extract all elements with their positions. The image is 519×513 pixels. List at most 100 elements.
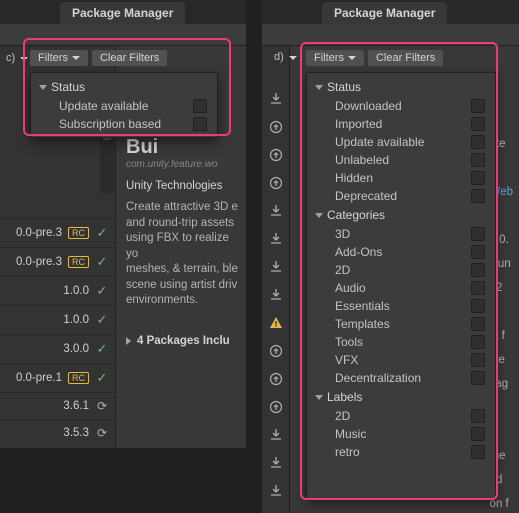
filter-option[interactable]: VFX [307, 351, 495, 369]
group-categories[interactable]: Categories [307, 205, 495, 225]
caret-down-icon [39, 85, 47, 90]
filter-option[interactable]: Templates [307, 315, 495, 333]
reload-icon: ⟳ [95, 426, 109, 440]
checkbox[interactable] [471, 317, 485, 331]
reload-icon: ⟳ [95, 399, 109, 413]
checkbox[interactable] [193, 99, 207, 113]
checkbox[interactable] [471, 409, 485, 423]
download-icon[interactable] [267, 88, 289, 110]
package-row[interactable]: 0.0-pre.3RC✓ [0, 218, 115, 247]
check-icon: ✓ [95, 312, 109, 328]
check-icon: ✓ [95, 341, 109, 357]
tab-package-manager[interactable]: Package Manager [322, 2, 447, 24]
checkbox[interactable] [193, 117, 207, 131]
tab-package-manager[interactable]: Package Manager [60, 2, 185, 24]
filter-option[interactable]: 2D [307, 407, 495, 425]
clear-filters-button[interactable]: Clear Filters [92, 50, 167, 66]
check-icon: ✓ [95, 225, 109, 241]
filter-option[interactable]: retro [307, 443, 495, 461]
checkbox[interactable] [471, 171, 485, 185]
filters-button[interactable]: Filters [30, 50, 88, 66]
filter-option[interactable]: 2D [307, 261, 495, 279]
up-icon[interactable] [267, 116, 289, 138]
check-icon: ✓ [95, 370, 109, 386]
filter-option[interactable]: Imported [307, 115, 495, 133]
package-id: com.unity.feature.wo [126, 159, 238, 170]
download-icon[interactable] [267, 228, 289, 250]
up-icon[interactable] [267, 396, 289, 418]
filters-dropdown: Status Update availableSubscription base… [30, 72, 218, 138]
caret-right-icon [126, 337, 131, 345]
download-icon[interactable] [267, 452, 289, 474]
package-row[interactable]: 3.6.1⟳ [0, 392, 115, 419]
package-row[interactable]: 0.0-pre.1RC✓ [0, 363, 115, 392]
download-icon[interactable] [267, 200, 289, 222]
checkbox[interactable] [471, 371, 485, 385]
checkbox[interactable] [471, 445, 485, 459]
chevron-down-icon [72, 56, 80, 60]
clear-filters-button[interactable]: Clear Filters [368, 50, 443, 66]
filter-option[interactable]: Decentralization [307, 369, 495, 387]
publisher-link[interactable]: Unity Technologies [126, 180, 238, 192]
checkbox[interactable] [471, 335, 485, 349]
filter-option[interactable]: Add-Ons [307, 243, 495, 261]
toolbar [262, 24, 519, 46]
checkbox[interactable] [471, 117, 485, 131]
toolbar [0, 24, 246, 46]
up-icon[interactable] [267, 144, 289, 166]
check-icon: ✓ [95, 254, 109, 270]
checkbox[interactable] [471, 99, 485, 113]
checkbox[interactable] [471, 281, 485, 295]
filter-option[interactable]: Hidden [307, 169, 495, 187]
checkbox[interactable] [471, 299, 485, 313]
filters-dropdown: StatusDownloadedImportedUpdate available… [306, 72, 496, 499]
filters-button[interactable]: Filters [306, 50, 364, 66]
filter-option[interactable]: Update available [307, 133, 495, 151]
download-icon[interactable] [267, 480, 289, 502]
caret-down-icon [315, 85, 323, 90]
filter-option[interactable]: Downloaded [307, 97, 495, 115]
up-icon[interactable] [267, 368, 289, 390]
download-icon[interactable] [267, 284, 289, 306]
group-status[interactable]: Status [307, 77, 495, 97]
filter-option[interactable]: Unlabeled [307, 151, 495, 169]
caret-down-icon [315, 213, 323, 218]
checkbox[interactable] [471, 263, 485, 277]
package-row[interactable]: 0.0-pre.3RC✓ [0, 247, 115, 276]
filter-option[interactable]: Music [307, 425, 495, 443]
filter-option[interactable]: Audio [307, 279, 495, 297]
filter-option[interactable]: Tools [307, 333, 495, 351]
icon-column [262, 46, 290, 513]
download-icon[interactable] [267, 424, 289, 446]
checkbox[interactable] [471, 189, 485, 203]
checkbox[interactable] [471, 153, 485, 167]
checkbox[interactable] [471, 427, 485, 441]
checkbox[interactable] [471, 135, 485, 149]
warn-icon[interactable] [267, 312, 289, 334]
group-status[interactable]: Status [31, 77, 217, 97]
filter-option[interactable]: Update available [31, 97, 217, 115]
filter-option[interactable]: 3D [307, 225, 495, 243]
tabbar: Package Manager [262, 0, 519, 24]
package-row[interactable]: 1.0.0✓ [0, 305, 115, 334]
download-icon[interactable] [267, 256, 289, 278]
package-row[interactable]: 1.0.0✓ [0, 276, 115, 305]
package-title: Bui [126, 136, 238, 159]
checkbox[interactable] [471, 245, 485, 259]
tabbar: Package Manager [0, 0, 246, 24]
filter-option[interactable]: Deprecated [307, 187, 495, 205]
filter-option[interactable]: Essentials [307, 297, 495, 315]
filter-option[interactable]: Subscription based [31, 115, 217, 133]
up-icon[interactable] [267, 340, 289, 362]
rc-badge: RC [68, 256, 89, 268]
checkbox[interactable] [471, 227, 485, 241]
group-labels[interactable]: Labels [307, 387, 495, 407]
check-icon: ✓ [95, 283, 109, 299]
chevron-down-icon [348, 56, 356, 60]
packages-included[interactable]: 4 Packages Inclu [126, 335, 238, 347]
checkbox[interactable] [471, 353, 485, 367]
up-icon[interactable] [267, 172, 289, 194]
text-fragment: on f [490, 498, 513, 510]
package-row[interactable]: 3.5.3⟳ [0, 419, 115, 446]
package-row[interactable]: 3.0.0✓ [0, 334, 115, 363]
